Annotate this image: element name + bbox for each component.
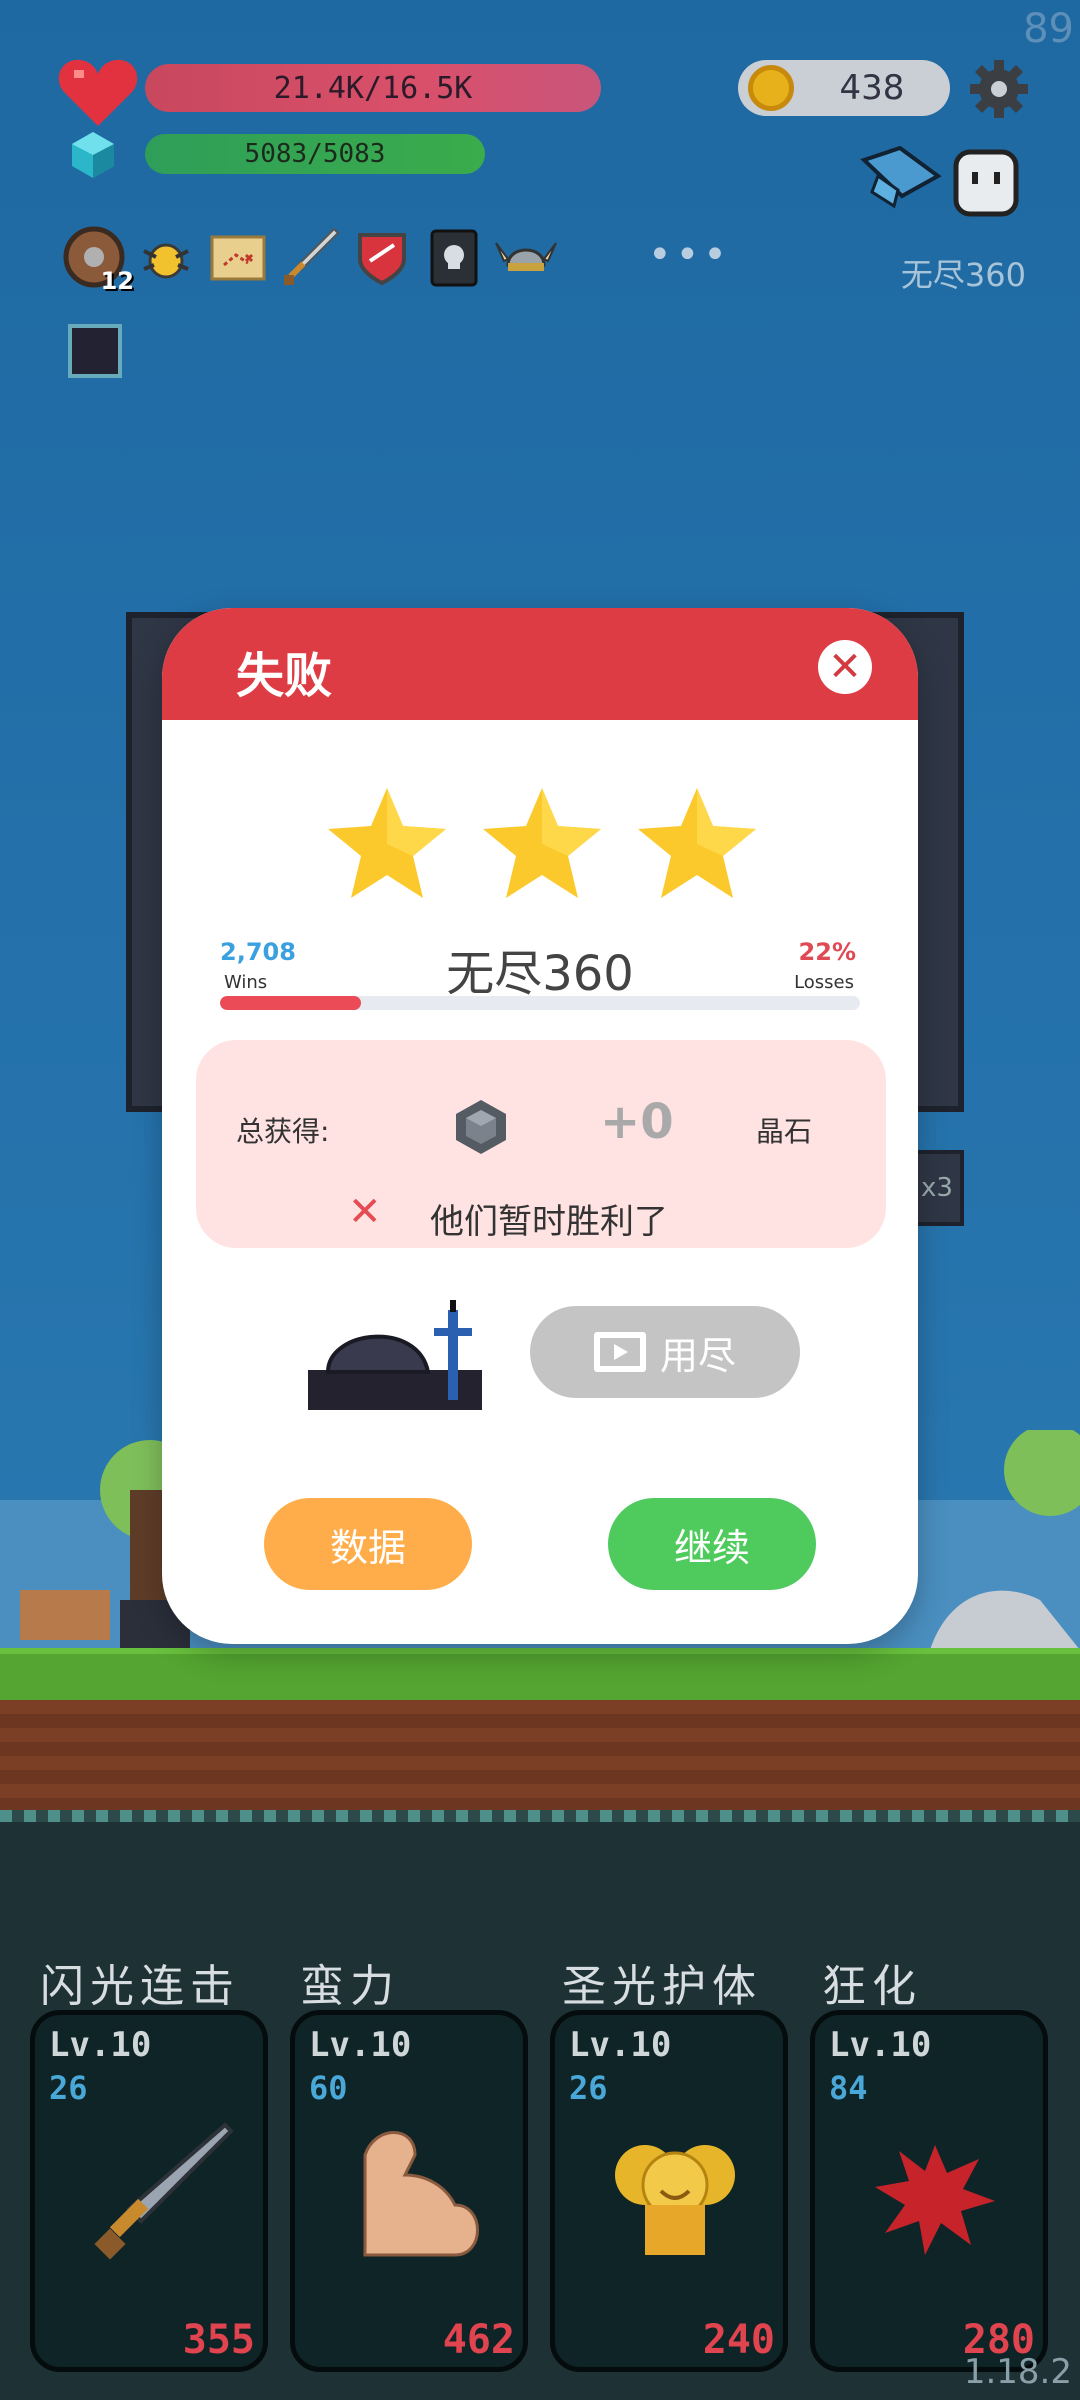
shield-item[interactable]: 12: [62, 225, 134, 295]
red-shield-icon: [358, 233, 406, 286]
red-shield-item[interactable]: [350, 225, 414, 289]
multiplier-tag: x3: [910, 1150, 964, 1226]
star-icon: [483, 788, 601, 898]
skill-card-brute-force[interactable]: Lv.10 60 462: [290, 2010, 528, 2372]
video-icon: [593, 1332, 646, 1372]
skill-name-4: 狂化: [822, 1961, 922, 2012]
treasure-map-icon: [210, 235, 266, 281]
stats-button[interactable]: 数据: [264, 1498, 472, 1590]
dialog-title: 失败: [236, 648, 333, 704]
item-count-badge: 12: [100, 267, 134, 295]
helmet-item[interactable]: [494, 225, 558, 289]
mode-label: 无尽360: [900, 256, 1026, 294]
skill-cost: 462: [442, 2317, 515, 2363]
star-icon: [328, 788, 446, 898]
reward-summary: 总获得: +0 晶石 ✕ 他们暂时胜利了: [196, 1040, 886, 1248]
skill-card-flash-combo[interactable]: Lv.10 26 355: [30, 2010, 268, 2372]
skill-level: Lv.10: [49, 2025, 152, 2065]
losses-percent: 22%: [798, 938, 856, 966]
muscle-icon: [363, 2131, 479, 2257]
star-rating: [322, 784, 762, 904]
energy-bar: 5083/5083: [145, 134, 485, 174]
reward-unit: 晶石: [756, 1115, 813, 1148]
sword-icon: [94, 2122, 234, 2260]
skill-card-holy-light[interactable]: Lv.10 26 240: [550, 2010, 788, 2372]
reward-label: 总获得:: [236, 1115, 330, 1148]
panel-border: [0, 1810, 1080, 1822]
sword-item[interactable]: [278, 225, 342, 289]
map-item[interactable]: [206, 225, 270, 289]
skill-level: Lv.10: [569, 2025, 672, 2065]
skill-name-3: 圣光护体: [562, 1961, 762, 2012]
version-label: 1.18.2: [963, 2352, 1072, 2392]
skill-cost: 240: [702, 2317, 775, 2363]
energy-text: 5083/5083: [244, 139, 386, 169]
crystal-icon: [456, 1100, 506, 1154]
watch-ad-button[interactable]: 用尽: [530, 1306, 800, 1398]
gear-icon[interactable]: [968, 58, 1030, 120]
continue-button[interactable]: 继续: [608, 1498, 816, 1590]
heart-icon: [58, 59, 138, 126]
skill-value: 84: [829, 2069, 868, 2107]
holy-shield-icon: [615, 2145, 735, 2255]
rage-splat-icon: [875, 2145, 995, 2255]
ghost-icon[interactable]: [950, 146, 1022, 220]
grass-strip: [0, 1648, 1080, 1702]
progress-fill: [220, 996, 361, 1010]
skill-name-2: 蛮力: [300, 1961, 400, 2012]
health-text: 21.4K/16.5K: [273, 70, 473, 106]
bug-item[interactable]: [134, 225, 198, 289]
skill-name-1: 闪光连击: [40, 1961, 240, 2012]
skill-level: Lv.10: [309, 2025, 412, 2065]
spellbook-icon[interactable]: [858, 146, 944, 210]
skill-level: Lv.10: [829, 2025, 932, 2065]
ad-button-label: 用尽: [659, 1333, 736, 1378]
skill-cost: 355: [182, 2317, 255, 2363]
losses-label: Losses: [794, 972, 854, 993]
skull-book-item[interactable]: [422, 225, 486, 289]
skill-value: 60: [309, 2069, 348, 2107]
skill-card-berserk[interactable]: Lv.10 84 280: [810, 2010, 1048, 2372]
dirt-layer: [0, 1700, 1080, 1810]
fail-icon: ✕: [348, 1189, 382, 1235]
win-loss-progress: [220, 996, 860, 1010]
skill-value: 26: [569, 2069, 608, 2107]
star-icon: [638, 788, 756, 898]
coin-icon: [748, 65, 794, 111]
viking-helmet-icon: [495, 242, 557, 271]
coin-counter: 438: [738, 60, 950, 116]
equipment-row: 12: [62, 222, 558, 295]
fallen-hero-icon: [308, 1300, 482, 1410]
skull-book-icon: [430, 229, 478, 287]
dialog-header: 失败 ✕: [162, 608, 918, 720]
close-button[interactable]: ✕: [818, 640, 872, 694]
crystal-icon: [72, 132, 114, 178]
result-dialog: 失败 ✕ 2,708 Wins 无尽360 22% Losses 总获得: +0…: [162, 608, 918, 1644]
coin-amount: 438: [839, 68, 905, 108]
fps-counter: 89: [1023, 6, 1074, 52]
beetle-icon: [143, 243, 189, 279]
sword-icon: [284, 227, 340, 285]
reward-amount: +0: [600, 1094, 674, 1150]
buff-icon: [68, 324, 122, 378]
health-bar: 21.4K/16.5K: [145, 64, 601, 112]
fail-message: 他们暂时胜利了: [430, 1202, 668, 1242]
skill-value: 26: [49, 2069, 88, 2107]
more-items-button[interactable]: •••: [648, 232, 731, 278]
